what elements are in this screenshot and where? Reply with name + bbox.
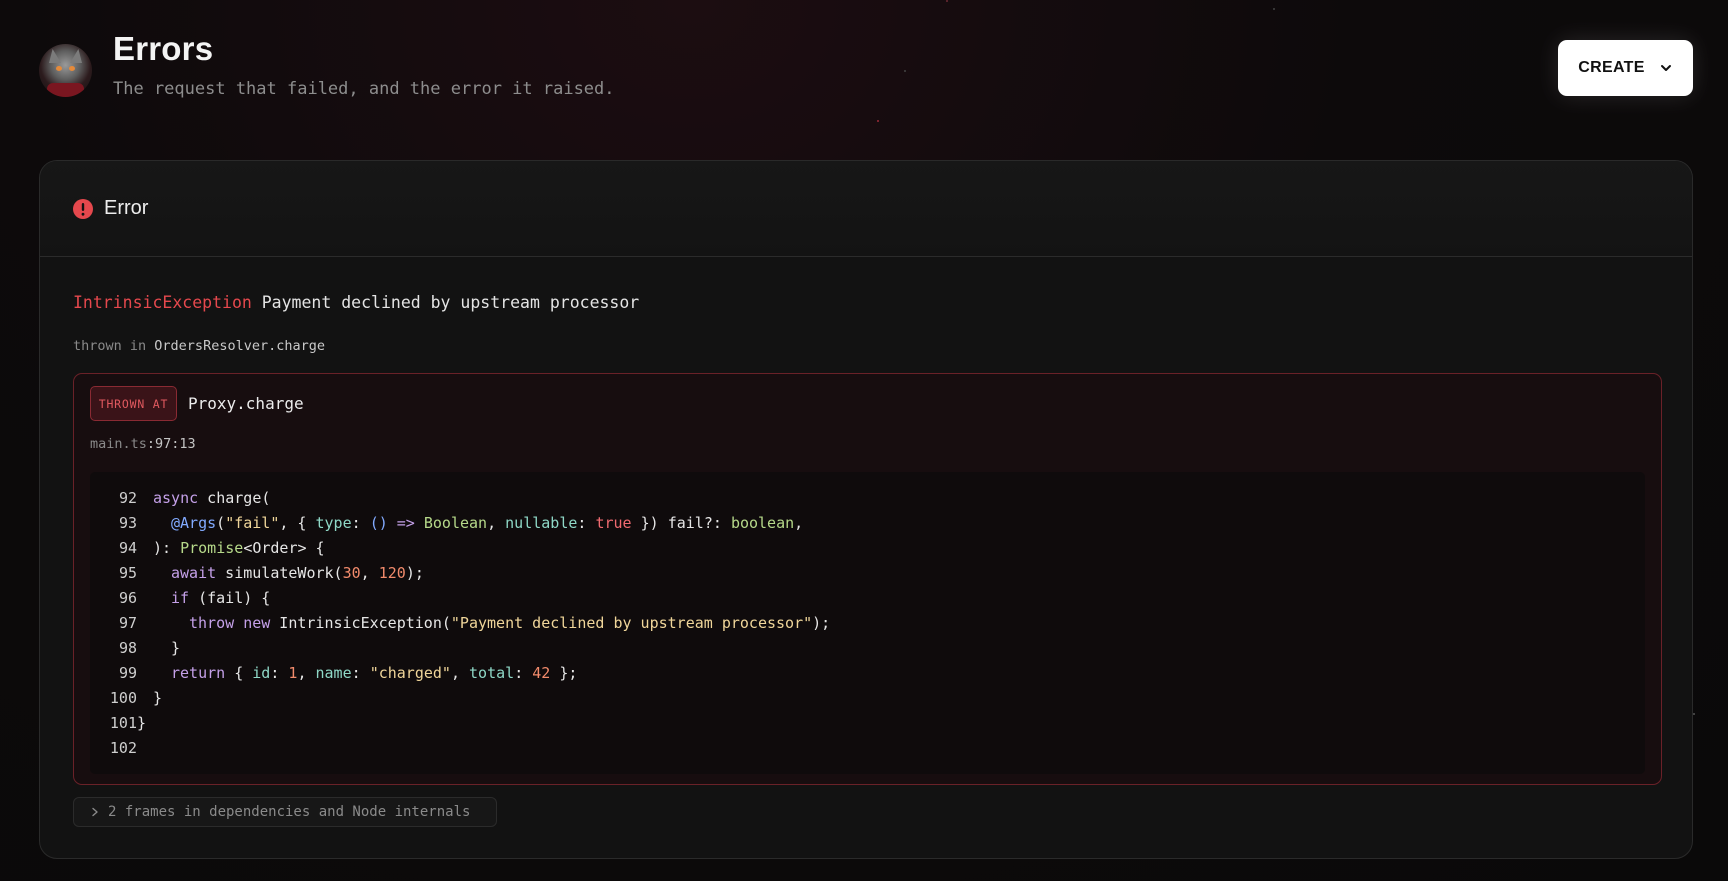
line-number: 95 (118, 564, 137, 582)
code-text: await simulateWork(30, 120); (171, 564, 424, 582)
code-text: } (171, 639, 181, 657)
background-speck (1273, 8, 1275, 10)
create-button[interactable]: CREATE (1558, 40, 1693, 96)
background-speck (1693, 713, 1695, 715)
code-line: 93 @Args("fail", { type: () => Boolean, n… (90, 511, 1645, 536)
thrown-in-function: OrdersResolver.charge (154, 338, 325, 354)
code-line: 96 if (fail) { (90, 586, 1645, 611)
code-line: 98} (90, 636, 1645, 661)
code-text: } (153, 689, 163, 707)
error-card: Error IntrinsicException Payment decline… (39, 160, 1693, 859)
error-circle-icon (73, 198, 93, 219)
code-text: ): Promise<Order> { (153, 539, 325, 557)
code-text: } (137, 714, 147, 732)
code-line: 101} (90, 711, 1645, 736)
background-speck (946, 0, 948, 2)
chevron-down-icon (1660, 65, 1671, 71)
line-number: 92 (118, 489, 137, 507)
line-number: 99 (118, 664, 137, 682)
line-number: 100 (109, 689, 137, 707)
page-subtitle: The request that failed, and the error i… (113, 79, 615, 99)
line-number: 94 (118, 539, 137, 557)
code-line: 94 ): Promise<Order> { (90, 536, 1645, 561)
exception-name: IntrinsicException (73, 293, 252, 312)
code-snippet: 92 async charge( 93 @Args("fail", { type: … (90, 472, 1645, 774)
error-card-header: Error (40, 161, 1692, 257)
line-number: 97 (118, 614, 137, 632)
error-card-title: Error (104, 197, 149, 219)
code-text: async charge( (153, 489, 271, 507)
line-number: 96 (118, 589, 137, 607)
code-line: 95 await simulateWork(30, 120); (90, 561, 1645, 586)
line-number: 102 (109, 739, 137, 757)
frame-function: Proxy.charge (188, 394, 304, 413)
frame-position: :97:13 (146, 436, 196, 452)
code-text: @Args("fail", { type: () => Boolean, nul… (171, 514, 804, 532)
code-text: throw new IntrinsicException("Payment de… (189, 614, 831, 632)
line-number: 101 (109, 714, 137, 732)
create-button-label: CREATE (1578, 59, 1645, 76)
code-text: if (fail) { (171, 589, 271, 607)
chevron-right-icon (92, 807, 98, 817)
stack-frame: THROWN AT Proxy.charge main.ts:97:13 92 a… (73, 373, 1662, 785)
background-speck (877, 120, 879, 122)
code-line: 97 throw new IntrinsicException("Payment … (90, 611, 1645, 636)
frame-location[interactable]: main.ts:97:13 (90, 436, 196, 452)
code-line: 99 return { id: 1, name: "charged", total… (90, 661, 1645, 686)
frame-file: main.ts (90, 436, 147, 452)
collapsed-frames-toggle[interactable]: 2 frames in dependencies and Node intern… (73, 797, 497, 827)
code-line: 100} (90, 686, 1645, 711)
page-title: Errors (113, 30, 214, 67)
thrown-at-badge: THROWN AT (90, 386, 177, 421)
thrown-in-prefix: thrown in (73, 338, 147, 354)
page-header: Errors The request that failed, and the … (39, 30, 1693, 120)
exception-message: Payment declined by upstream processor (261, 293, 640, 312)
exception-summary: IntrinsicException Payment declined by u… (73, 293, 639, 312)
code-line: 102 (90, 736, 1645, 761)
line-number: 93 (118, 514, 137, 532)
code-line: 92 async charge( (90, 486, 1645, 511)
code-text: return { id: 1, name: "charged", total: … (171, 664, 578, 682)
line-number: 98 (118, 639, 137, 657)
thrown-in: thrown in OrdersResolver.charge (73, 338, 325, 354)
collapsed-frames-label: 2 frames in dependencies and Node intern… (108, 804, 471, 820)
avatar (39, 44, 92, 97)
